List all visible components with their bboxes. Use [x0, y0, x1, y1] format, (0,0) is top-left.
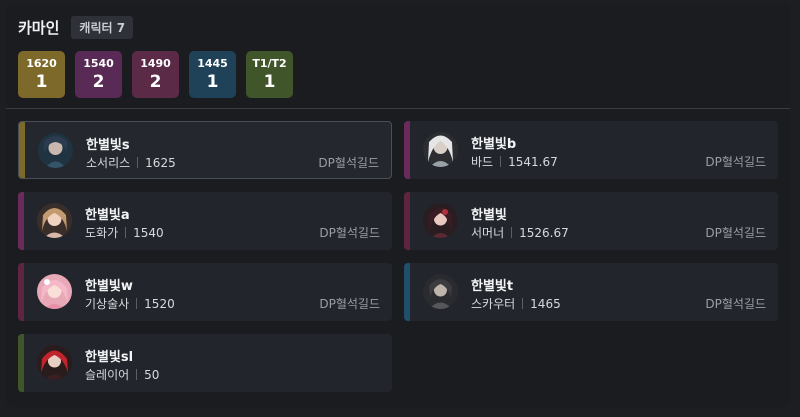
tier-count: 2: [149, 72, 162, 92]
guild-name: DP혈석길드: [319, 226, 380, 240]
tier-chip[interactable]: 1445 1: [189, 51, 236, 98]
character-count-badge: 캐릭터 7: [71, 16, 134, 39]
section-divider: [6, 108, 790, 109]
tier-summary: 1620 1 1540 2 1490 2 1445 1 T1/T2 1: [18, 51, 293, 98]
character-class: 서머너: [471, 226, 505, 240]
character-class: 스카우터: [471, 297, 516, 311]
character-avatar: [423, 203, 458, 238]
character-name: 한별빛t: [471, 279, 514, 294]
item-level: 50: [144, 367, 160, 382]
character-meta: 서머너 1526.67: [471, 224, 569, 241]
tier-count: 2: [92, 72, 105, 92]
tier-level: 1620: [26, 57, 57, 70]
character-card[interactable]: 한별빛w 기상술사 1520 DP혈석길드: [18, 263, 392, 321]
item-level: 1541.67: [508, 154, 558, 169]
item-level: 1520: [144, 296, 175, 311]
meta-separator: [136, 298, 138, 309]
tier-count: 1: [35, 72, 48, 92]
guild-name: DP혈석길드: [705, 297, 766, 311]
guild-name: DP혈석길드: [319, 297, 380, 311]
character-avatar: [37, 345, 72, 380]
character-class: 도화가: [85, 226, 119, 240]
tier-accent-bar: [19, 122, 25, 178]
character-meta: 슬레이어 50: [85, 366, 159, 383]
server-header: 카마인 캐릭터 7: [18, 16, 134, 39]
character-name: 한별빛sl: [85, 350, 134, 365]
item-level: 1540: [133, 225, 164, 240]
character-class: 기상술사: [85, 297, 130, 311]
meta-separator: [522, 298, 524, 309]
item-level: 1625: [145, 155, 176, 170]
roster-panel: 카마인 캐릭터 7 1620 1 1540 2 1490 2 1445 1 T1…: [6, 4, 790, 407]
character-avatar: [37, 203, 72, 238]
meta-separator: [136, 369, 138, 380]
tier-level: 1490: [140, 57, 171, 70]
character-meta: 기상술사 1520: [85, 295, 175, 312]
tier-chip[interactable]: 1490 2: [132, 51, 179, 98]
character-meta: 도화가 1540: [85, 224, 164, 241]
character-meta: 소서리스 1625: [86, 154, 176, 171]
character-avatar: [423, 274, 458, 309]
character-name: 한별빛w: [85, 279, 133, 294]
item-level: 1526.67: [519, 225, 569, 240]
meta-separator: [125, 227, 127, 238]
character-class: 슬레이어: [85, 368, 130, 382]
character-class: 바드: [471, 155, 494, 169]
character-class: 소서리스: [86, 156, 131, 170]
character-meta: 스카우터 1465: [471, 295, 561, 312]
tier-accent-bar: [18, 334, 24, 392]
character-name: 한별빛a: [85, 208, 130, 223]
tier-accent-bar: [18, 263, 24, 321]
character-avatar: [423, 132, 458, 167]
character-card[interactable]: 한별빛t 스카우터 1465 DP혈석길드: [404, 263, 778, 321]
tier-chip[interactable]: 1620 1: [18, 51, 65, 98]
character-card[interactable]: 한별빛b 바드 1541.67 DP혈석길드: [404, 121, 778, 179]
tier-chip[interactable]: 1540 2: [75, 51, 122, 98]
character-name: 한별빛b: [471, 137, 517, 152]
guild-name: DP혈석길드: [705, 226, 766, 240]
item-level: 1465: [530, 296, 561, 311]
character-name: 한별빛s: [86, 138, 130, 153]
character-avatar: [38, 133, 73, 168]
meta-separator: [500, 156, 502, 167]
character-card[interactable]: 한별빛a 도화가 1540 DP혈석길드: [18, 192, 392, 250]
character-meta: 바드 1541.67: [471, 153, 558, 170]
tier-accent-bar: [404, 192, 410, 250]
guild-name: DP혈석길드: [705, 155, 766, 169]
tier-level: 1540: [83, 57, 114, 70]
tier-accent-bar: [18, 192, 24, 250]
meta-separator: [511, 227, 513, 238]
character-card[interactable]: 한별빛sl 슬레이어 50: [18, 334, 392, 392]
character-avatar: [37, 274, 72, 309]
tier-count: 1: [263, 72, 276, 92]
tier-level: T1/T2: [252, 57, 287, 70]
character-name: 한별빛: [471, 208, 507, 223]
tier-accent-bar: [404, 121, 410, 179]
guild-name: DP혈석길드: [318, 156, 379, 170]
tier-accent-bar: [404, 263, 410, 321]
server-title: 카마인: [18, 19, 60, 37]
character-card[interactable]: 한별빛s 소서리스 1625 DP혈석길드: [18, 121, 392, 179]
tier-count: 1: [206, 72, 219, 92]
tier-chip[interactable]: T1/T2 1: [246, 51, 293, 98]
meta-separator: [137, 157, 139, 168]
tier-level: 1445: [197, 57, 228, 70]
character-card[interactable]: 한별빛 서머너 1526.67 DP혈석길드: [404, 192, 778, 250]
